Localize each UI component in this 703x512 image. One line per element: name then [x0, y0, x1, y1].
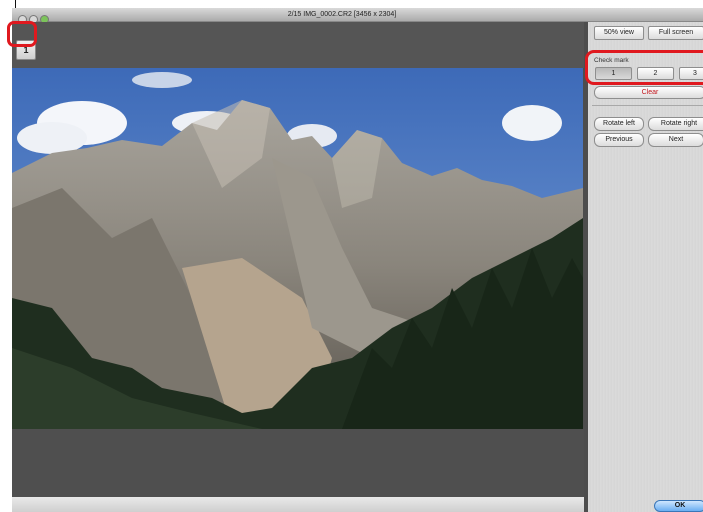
next-image-button[interactable]: Next	[648, 133, 703, 147]
panel-divider	[592, 105, 703, 106]
callout-highlight-check-mark	[585, 50, 703, 85]
rotate-left-button[interactable]: Rotate left	[594, 117, 644, 131]
status-strip	[12, 497, 584, 512]
image-bottom-area	[12, 429, 584, 497]
view-50-button[interactable]: 50% view	[594, 26, 644, 40]
previous-image-button[interactable]: Previous	[594, 133, 644, 147]
rotate-right-button[interactable]: Rotate right	[648, 117, 703, 131]
clear-label: Clear	[641, 89, 659, 96]
full-screen-button[interactable]: Full screen	[648, 26, 703, 40]
photo-graphic	[12, 68, 583, 429]
mountain-photo	[12, 68, 583, 429]
callout-highlight-view-button	[7, 21, 37, 47]
clear-check-mark-button[interactable]: Clear	[594, 86, 703, 99]
image-toolbar-area: 1	[12, 22, 584, 68]
title-bar[interactable]: 2/15 IMG_0002.CR2 [3456 x 2304]	[12, 8, 703, 24]
ok-button[interactable]: OK	[654, 500, 703, 512]
window-title: 2/15 IMG_0002.CR2 [3456 x 2304]	[287, 11, 397, 18]
tool-palette: 50% view Full screen Check mark 1 2 3 Cl…	[588, 22, 703, 512]
